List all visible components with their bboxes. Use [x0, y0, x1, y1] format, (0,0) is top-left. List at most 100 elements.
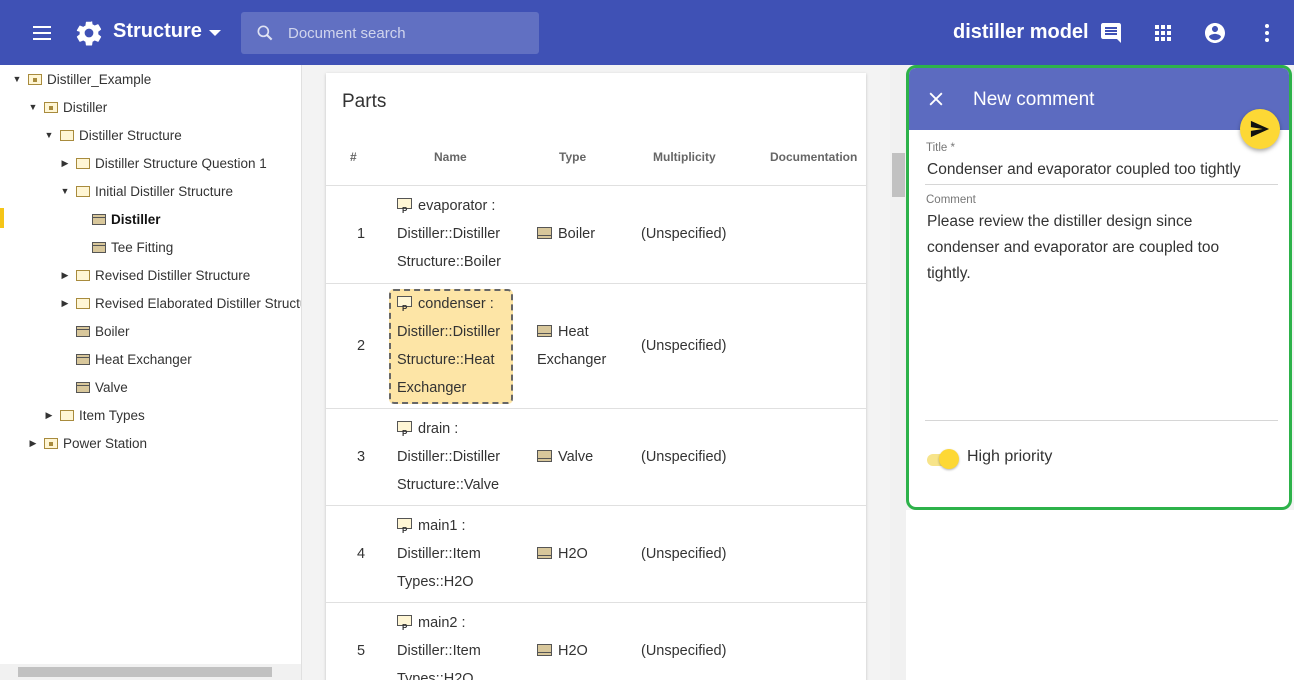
expand-arrow-icon[interactable]: ▶	[58, 158, 72, 169]
tree-item-label: Distiller	[111, 211, 161, 227]
part-name-line: main2 :	[418, 615, 466, 631]
table-row[interactable]: 3 drain : Distiller::Distiller Structure…	[326, 408, 866, 505]
part-name-cell[interactable]: drain : Distiller::Distiller Structure::…	[397, 415, 500, 499]
expand-arrow-icon[interactable]: ▶	[58, 270, 72, 281]
part-type-cell[interactable]: H2O	[537, 637, 588, 665]
comment-icon[interactable]	[1099, 21, 1123, 45]
expand-arrow-icon[interactable]: ▼	[58, 186, 72, 196]
tree-item-heat-exchanger[interactable]: Heat Exchanger	[72, 345, 192, 373]
part-name-line: Distiller::Distiller	[397, 324, 501, 340]
tree-item-revised-elaborated[interactable]: ▶ Revised Elaborated Distiller Structu	[58, 289, 301, 317]
account-icon[interactable]	[1203, 21, 1227, 45]
scrollbar-thumb[interactable]	[18, 667, 272, 677]
comment-line: condenser and evaporator are coupled too	[927, 239, 1220, 256]
tree-item-distiller-structure[interactable]: ▼ Distiller Structure	[42, 121, 182, 149]
package-folder-icon	[44, 437, 58, 449]
part-type-label: H2O	[558, 546, 588, 562]
tree-item-distiller-package[interactable]: ▼ Distiller	[26, 93, 108, 121]
vertical-scrollbar[interactable]	[890, 65, 907, 680]
top-app-bar: Structure distiller model	[0, 0, 1294, 65]
part-type-cell[interactable]: H2O	[537, 540, 588, 568]
expand-arrow-icon[interactable]: ▼	[10, 74, 24, 84]
tree-item-tee-fitting[interactable]: Tee Fitting	[88, 233, 173, 261]
close-icon[interactable]	[926, 89, 946, 109]
expand-arrow-icon[interactable]: ▶	[26, 438, 40, 449]
search-input[interactable]	[288, 12, 528, 54]
title-field-label: Title *	[926, 142, 955, 154]
hamburger-menu-icon[interactable]	[30, 21, 54, 45]
tree-item-distiller-example[interactable]: ▼ Distiller_Example	[10, 65, 152, 93]
folder-icon	[76, 157, 90, 169]
send-icon	[1250, 120, 1270, 138]
table-row[interactable]: 4 main1 : Distiller::Item Types::H2O H2O…	[326, 505, 866, 602]
tree-item-item-types[interactable]: ▶ Item Types	[42, 401, 145, 429]
part-name-line: evaporator :	[418, 198, 496, 214]
tree-item-label: Boiler	[95, 323, 130, 339]
part-type-cell[interactable]: Heat Exchanger	[537, 318, 606, 374]
part-type-cell[interactable]: Valve	[537, 443, 593, 471]
title-input[interactable]: Condenser and evaporator coupled too tig…	[927, 157, 1277, 183]
part-name-cell[interactable]: evaporator : Distiller::Distiller Struct…	[397, 192, 501, 276]
apps-grid-icon[interactable]	[1151, 21, 1175, 45]
part-type-cell[interactable]: Boiler	[537, 220, 595, 248]
block-icon	[92, 241, 106, 253]
column-header-multiplicity[interactable]: Multiplicity	[653, 150, 716, 164]
part-name-cell[interactable]: main1 : Distiller::Item Types::H2O	[397, 512, 481, 596]
scrollbar-thumb[interactable]	[892, 153, 905, 197]
app-title[interactable]: Structure	[113, 20, 202, 43]
more-vert-icon[interactable]	[1255, 21, 1279, 45]
high-priority-toggle[interactable]	[925, 448, 961, 470]
part-name-line: Distiller::Item	[397, 546, 481, 562]
column-header-documentation[interactable]: Documentation	[770, 150, 857, 164]
tree-item-valve[interactable]: Valve	[72, 373, 128, 401]
part-type-label: Heat	[558, 324, 589, 340]
parts-title: Parts	[342, 91, 387, 112]
tree-item-label: Item Types	[79, 407, 145, 423]
part-icon	[397, 614, 412, 642]
row-number: 3	[357, 449, 366, 465]
block-type-icon	[537, 227, 552, 239]
chevron-down-icon[interactable]	[209, 30, 221, 36]
tree-item-power-station[interactable]: ▶ Power Station	[26, 429, 148, 457]
comment-line: tightly.	[927, 265, 971, 282]
search-icon	[257, 25, 273, 41]
multiplicity-cell: (Unspecified)	[641, 449, 727, 465]
horizontal-scrollbar[interactable]	[0, 664, 301, 680]
part-type-label: H2O	[558, 643, 588, 659]
expand-arrow-icon[interactable]: ▼	[42, 130, 56, 140]
search-box[interactable]	[241, 12, 539, 54]
package-folder-icon	[28, 73, 42, 85]
part-name-cell[interactable]: condenser : Distiller::Distiller Structu…	[397, 290, 500, 402]
expand-arrow-icon[interactable]: ▼	[26, 102, 40, 112]
tree-item-distiller-block-selected[interactable]: Distiller	[88, 205, 161, 233]
column-header-name[interactable]: Name	[434, 150, 467, 164]
part-name-line: Distiller::Distiller	[397, 226, 501, 242]
table-row[interactable]: 1 evaporator : Distiller::Distiller Stru…	[326, 185, 866, 283]
table-row[interactable]: 2 condenser : Distiller::Distiller Struc…	[326, 283, 866, 408]
row-number: 1	[357, 226, 366, 242]
column-header-number[interactable]: #	[350, 150, 357, 164]
tree-item-label: Distiller Structure	[79, 127, 182, 143]
title-underline	[925, 184, 1278, 185]
expand-arrow-icon[interactable]: ▶	[58, 298, 72, 309]
tree-item-question-1[interactable]: ▶ Distiller Structure Question 1	[58, 149, 267, 177]
part-icon	[397, 517, 412, 545]
new-comment-panel: New comment Title * Condenser and evapor…	[906, 65, 1292, 510]
part-name-line: main1 :	[418, 518, 466, 534]
part-name-cell[interactable]: main2 : Distiller::Item Types::H2O	[397, 609, 481, 680]
send-button[interactable]	[1240, 109, 1280, 149]
block-icon	[92, 213, 106, 225]
table-row[interactable]: 5 main2 : Distiller::Item Types::H2O H2O…	[326, 602, 866, 680]
expand-arrow-icon[interactable]: ▶	[42, 410, 56, 421]
part-name-line: Structure::Heat	[397, 352, 495, 368]
column-header-type[interactable]: Type	[559, 150, 586, 164]
part-name-line: Distiller::Item	[397, 643, 481, 659]
tree-item-label: Distiller_Example	[47, 71, 152, 87]
tree-item-revised-structure[interactable]: ▶ Revised Distiller Structure	[58, 261, 251, 289]
main-content: Parts # Name Type Multiplicity Documenta…	[303, 65, 907, 680]
block-type-icon	[537, 450, 552, 462]
tree-item-initial-structure[interactable]: ▼ Initial Distiller Structure	[58, 177, 234, 205]
part-type-label: Valve	[558, 449, 594, 465]
comment-textarea[interactable]: Please review the distiller design since…	[927, 209, 1277, 287]
tree-item-boiler[interactable]: Boiler	[72, 317, 130, 345]
